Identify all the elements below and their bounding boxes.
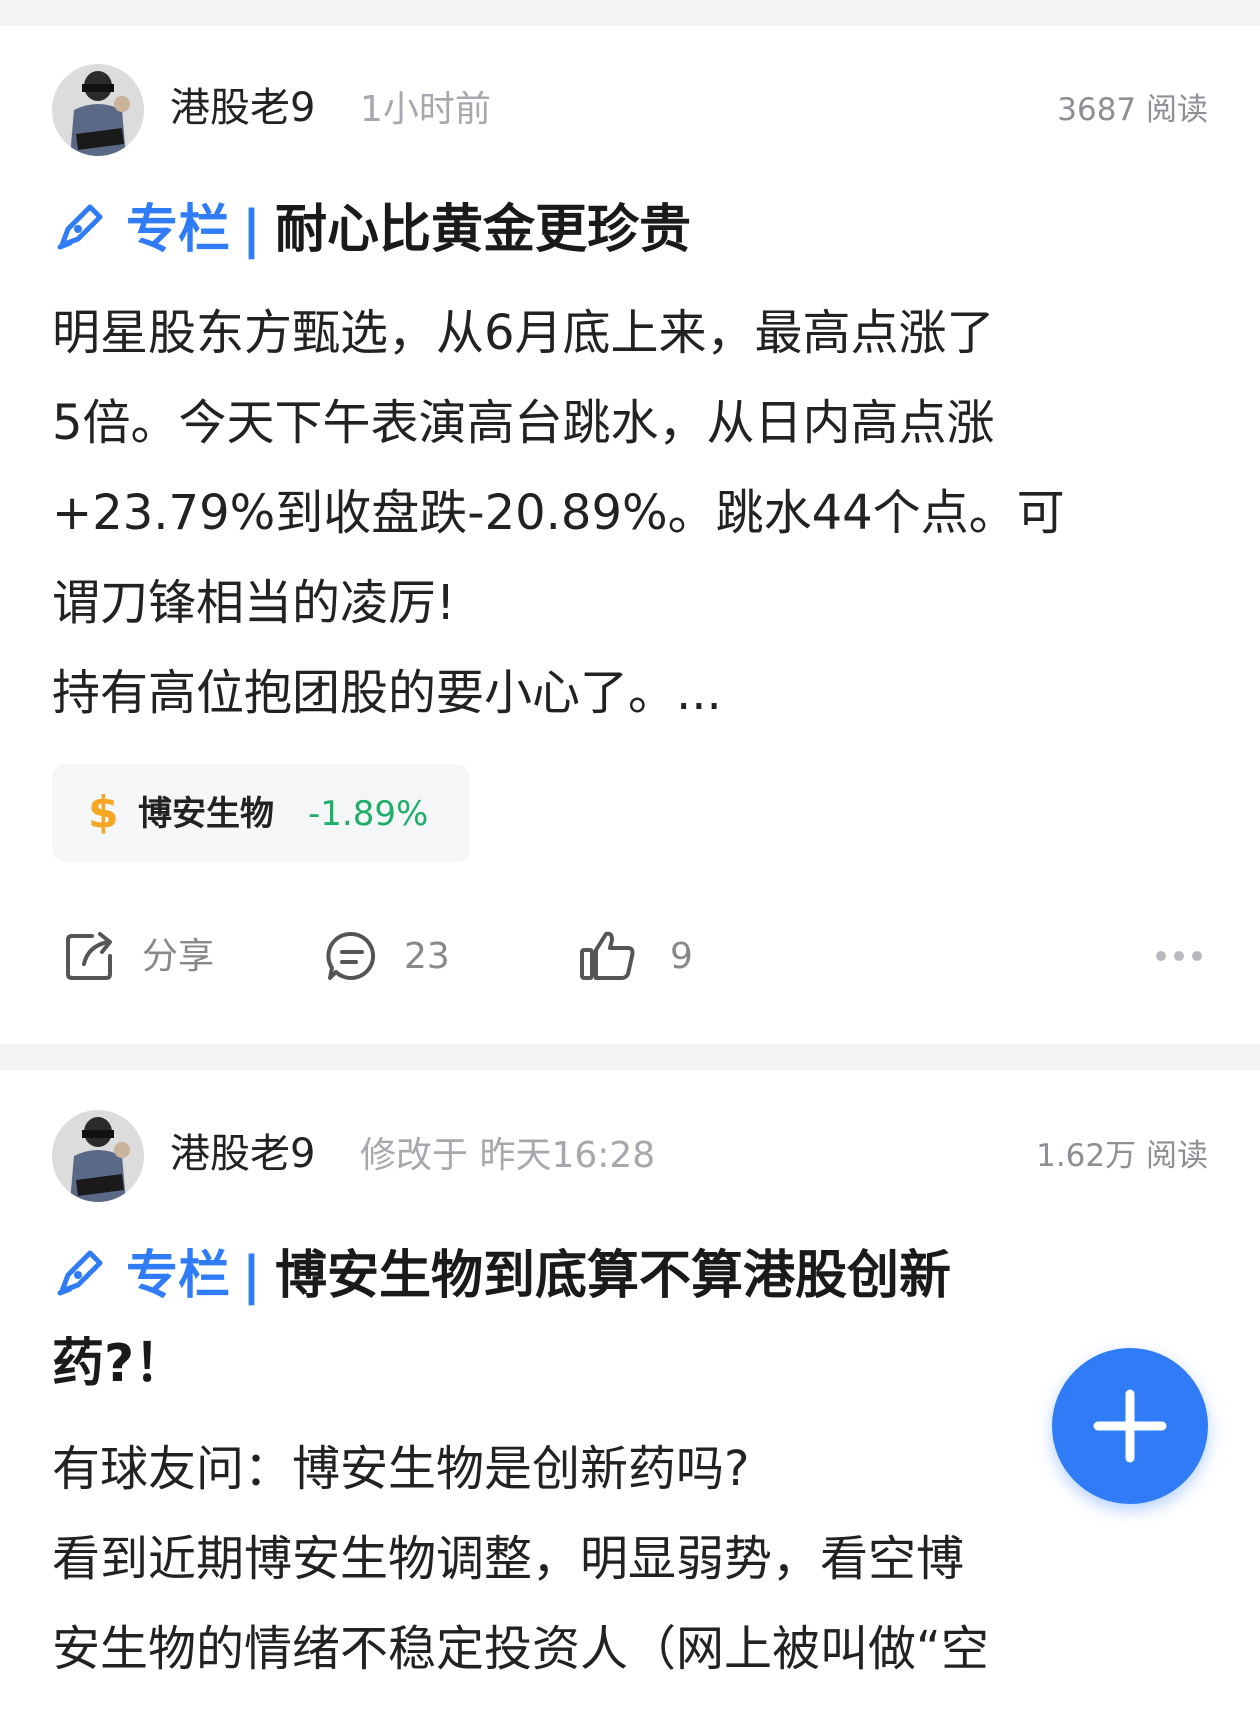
post-time: 1小时前 xyxy=(360,89,491,130)
more-icon[interactable] xyxy=(1154,946,1204,966)
title-text: 耐心比黄金更珍贵 xyxy=(275,200,692,260)
post-title[interactable]: 专栏 | 耐心比黄金更珍贵 xyxy=(52,186,1102,274)
like-button[interactable]: 9 xyxy=(578,926,708,988)
column-label: 专栏 xyxy=(126,1246,231,1306)
like-icon xyxy=(580,931,635,980)
stock-chip[interactable]: $ 博安生物 -1.89% xyxy=(52,764,470,862)
post-title[interactable]: 专栏 | 博安生物到底算不算港股创新药?！ xyxy=(52,1232,1052,1408)
comment-button[interactable]: 23 xyxy=(324,926,484,988)
post-time: 修改于 昨天16:28 xyxy=(360,1135,656,1176)
share-button[interactable]: 分享 xyxy=(62,926,242,988)
author-name[interactable]: 港股老9 xyxy=(170,78,315,138)
title-separator: | xyxy=(242,1246,262,1306)
share-label: 分享 xyxy=(142,936,215,977)
post-card[interactable]: 港股老9 1小时前 3687 阅读 专栏 | 耐心比黄金更珍贵 明星股东方甄选，从6… xyxy=(0,26,1260,1044)
post-body[interactable]: 明星股东方甄选，从6月底上来，最高点涨了 5倍。今天下午表演高台跳水，从日内高点… xyxy=(52,288,1212,738)
share-icon xyxy=(66,932,112,980)
avatar[interactable] xyxy=(52,1110,144,1202)
avatar[interactable] xyxy=(52,64,144,156)
author-name[interactable]: 港股老9 xyxy=(170,1124,315,1184)
comment-count: 23 xyxy=(404,936,450,977)
read-count: 3687 阅读 xyxy=(1057,92,1208,128)
pen-icon xyxy=(57,1250,103,1296)
dollar-icon: $ xyxy=(88,787,119,838)
pen-icon xyxy=(57,204,103,250)
comment-icon xyxy=(326,931,376,980)
post-body[interactable]: 有球友问：博安生物是创新药吗? 看到近期博安生物调整，明显弱势，看空博 安生物的… xyxy=(52,1424,1212,1694)
compose-fab[interactable] xyxy=(1052,1348,1208,1504)
title-separator: | xyxy=(242,200,262,260)
stock-change: -1.89% xyxy=(308,794,429,834)
plus-icon xyxy=(1093,1389,1167,1463)
column-label: 专栏 xyxy=(126,200,231,260)
read-count: 1.62万 阅读 xyxy=(1036,1138,1208,1174)
stock-name: 博安生物 xyxy=(138,794,274,834)
like-count: 9 xyxy=(670,936,693,977)
